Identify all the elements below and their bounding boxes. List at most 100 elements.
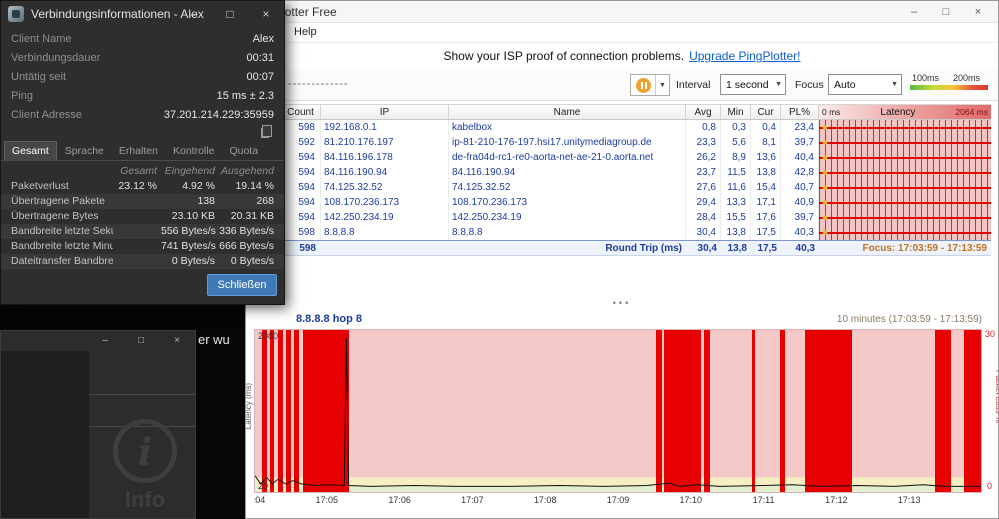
pingplotter-titlebar[interactable]: PingPlotter Free – □ × — [246, 1, 998, 23]
stats-row: Bandbreite letzte Sekunde 556 Bytes/s 33… — [1, 224, 284, 239]
stats-tab[interactable]: Erhalten — [112, 142, 165, 160]
cell-count: 594 — [281, 195, 321, 210]
x-tick-label: 17:13 — [897, 495, 921, 505]
pingplotter-menubar: Help — [246, 23, 998, 43]
cell-avg: 23,3 — [686, 135, 721, 150]
cell-avg: 29,4 — [686, 195, 721, 210]
round-trip-label: Round Trip (ms) — [605, 243, 682, 254]
hop-table-header[interactable]: Count IP Name Avg Min Cur PL% 0 ms Laten… — [281, 104, 991, 120]
hop-row[interactable]: 598 8.8.8.8 8.8.8.8 30,4 13,8 17,5 40,3 — [281, 225, 991, 240]
field-label: Client Adresse — [11, 109, 82, 121]
menu-help[interactable]: Help — [294, 26, 317, 38]
hop-row[interactable]: 592 81.210.176.197 ip-81-210-176-197.hsi… — [281, 135, 991, 150]
cell-pl: 39,7 — [781, 210, 819, 225]
hop-row[interactable]: 594 84.116.190.94 84.116.190.94 23,7 11,… — [281, 165, 991, 180]
connection-field-row: Verbindungsdauer 00:31 — [1, 49, 284, 68]
stats-tab[interactable]: Sprache — [58, 142, 111, 160]
stats-tab[interactable]: Kontrolle — [166, 142, 221, 160]
stat-eingehend: 138 — [197, 195, 215, 207]
cell-ip: 108.170.236.173 — [321, 195, 449, 210]
timeline-plot-area[interactable]: 2080 20 — [254, 329, 982, 493]
hop-row[interactable]: 594 142.250.234.19 142.250.234.19 28,4 1… — [281, 210, 991, 225]
cell-count: 592 — [281, 135, 321, 150]
minimize-button[interactable]: – — [176, 1, 212, 27]
pause-trace-button[interactable]: ▼ — [630, 74, 670, 96]
stat-ausgehend: 20.31 KB — [230, 210, 274, 222]
connection-field-row: Client Adresse 37.201.214.229:35959 — [1, 106, 284, 125]
cell-ip: 84.116.196.178 — [321, 150, 449, 165]
cell-pl: 42,8 — [781, 165, 819, 180]
cell-cur: 15,4 — [751, 180, 781, 195]
round-trip-row[interactable]: 598 Round Trip (ms) 30,4 13,8 17,5 40,3 … — [281, 240, 991, 256]
header-avg[interactable]: Avg — [686, 105, 721, 119]
desktop: er wu PingPlotter Free – □ × Help Show y… — [0, 0, 999, 519]
teamspeak-icon — [8, 6, 24, 22]
header-cur[interactable]: Cur — [751, 105, 781, 119]
maximize-button[interactable]: □ — [212, 1, 248, 27]
header-ip[interactable]: IP — [321, 105, 449, 119]
upgrade-link[interactable]: Upgrade PingPlotter! — [689, 49, 800, 63]
focus-label: Focus — [795, 79, 824, 91]
pause-icon — [631, 75, 655, 95]
hop-table: Count IP Name Avg Min Cur PL% 0 ms Laten… — [281, 104, 991, 256]
connection-field-row: Client Name Alex — [1, 30, 284, 49]
timeline-target-label[interactable]: 8.8.8.8 hop 8 — [296, 313, 362, 325]
hop-row[interactable]: 594 84.116.196.178 de-fra04d-rc1-re0-aor… — [281, 150, 991, 165]
minimize-button[interactable]: – — [87, 331, 123, 351]
pingplotter-toolbar: ------------- ▼ Interval 1 second ▼ Focu… — [246, 69, 998, 101]
stat-ausgehend: 666 Bytes/s — [219, 240, 274, 252]
stat-eingehend: 741 Bytes/s — [161, 240, 216, 252]
hop-row[interactable]: 594 108.170.236.173 108.170.236.173 29,4… — [281, 195, 991, 210]
latency-color-legend: 100ms 200ms — [910, 73, 994, 90]
field-label: Client Name — [11, 33, 72, 45]
stat-gesamt: 23.12 % — [118, 180, 157, 192]
cell-pl: 40,9 — [781, 195, 819, 210]
cell-ip: 74.125.32.52 — [321, 180, 449, 195]
header-count[interactable]: Count — [281, 105, 321, 119]
pane-splitter[interactable]: ••• — [246, 256, 998, 313]
header-pl[interactable]: PL% — [781, 105, 819, 119]
stats-table-header: Gesamt Eingehend Ausgehend — [1, 163, 284, 179]
x-tick-label: 17:11 — [752, 495, 775, 505]
stat-gesamt — [113, 209, 161, 224]
copy-address-icon[interactable] — [262, 125, 272, 137]
cell-min: 15,5 — [721, 210, 751, 225]
hop-row[interactable]: 594 74.125.32.52 74.125.32.52 27,6 11,6 … — [281, 180, 991, 195]
background-window-sidebar — [1, 351, 89, 518]
cell-avg: 28,4 — [686, 210, 721, 225]
x-axis: 17:04 17:05 17:06 17:07 17:08 17:09 17:10 17:11… — [254, 493, 966, 509]
stats-tab[interactable]: Gesamt — [4, 141, 57, 160]
col-eingehend: Eingehend — [164, 165, 215, 177]
stats-tab[interactable]: Quota — [222, 142, 265, 160]
maximize-button[interactable]: □ — [123, 331, 159, 351]
stat-gesamt — [113, 194, 161, 209]
cell-ip: 142.250.234.19 — [321, 210, 449, 225]
dialog-titlebar[interactable]: Verbindungsinformationen - Alex – □ × — [1, 1, 284, 27]
info-watermark-text: Info — [124, 487, 166, 512]
cell-min: 8,9 — [721, 150, 751, 165]
background-text-fragment: er wu — [198, 332, 230, 347]
maximize-button[interactable]: □ — [930, 1, 962, 23]
hop-row[interactable]: 598 192.168.0.1 kabelbox 0,8 0,3 0,4 23,… — [281, 120, 991, 135]
header-latency[interactable]: 0 ms Latency 2064 ms — [819, 105, 991, 119]
header-min[interactable]: Min — [721, 105, 751, 119]
close-dialog-button[interactable]: Schließen — [207, 274, 277, 296]
close-button[interactable]: × — [248, 1, 284, 27]
interval-select[interactable]: 1 second ▼ — [720, 74, 786, 95]
cell-count: 594 — [281, 180, 321, 195]
cell-ip: 8.8.8.8 — [321, 225, 449, 240]
x-tick-label: 17:08 — [533, 495, 557, 505]
pause-dropdown-arrow-icon[interactable]: ▼ — [655, 75, 669, 95]
field-value: 15 ms ± 2.3 — [216, 90, 274, 102]
close-button[interactable]: × — [159, 331, 195, 351]
header-name[interactable]: Name — [449, 105, 686, 119]
connection-field-row: Ping 15 ms ± 2.3 — [1, 87, 284, 106]
close-button[interactable]: × — [962, 1, 994, 23]
target-address-field[interactable]: ------------- — [288, 78, 349, 90]
stat-eingehend: 556 Bytes/s — [161, 225, 216, 237]
col-gesamt: Gesamt — [120, 165, 157, 177]
cell-ip: 192.168.0.1 — [321, 120, 449, 135]
minimize-button[interactable]: – — [898, 1, 930, 23]
focus-select[interactable]: Auto ▼ — [828, 74, 902, 95]
splitter-grip-icon[interactable]: ••• — [613, 298, 631, 308]
